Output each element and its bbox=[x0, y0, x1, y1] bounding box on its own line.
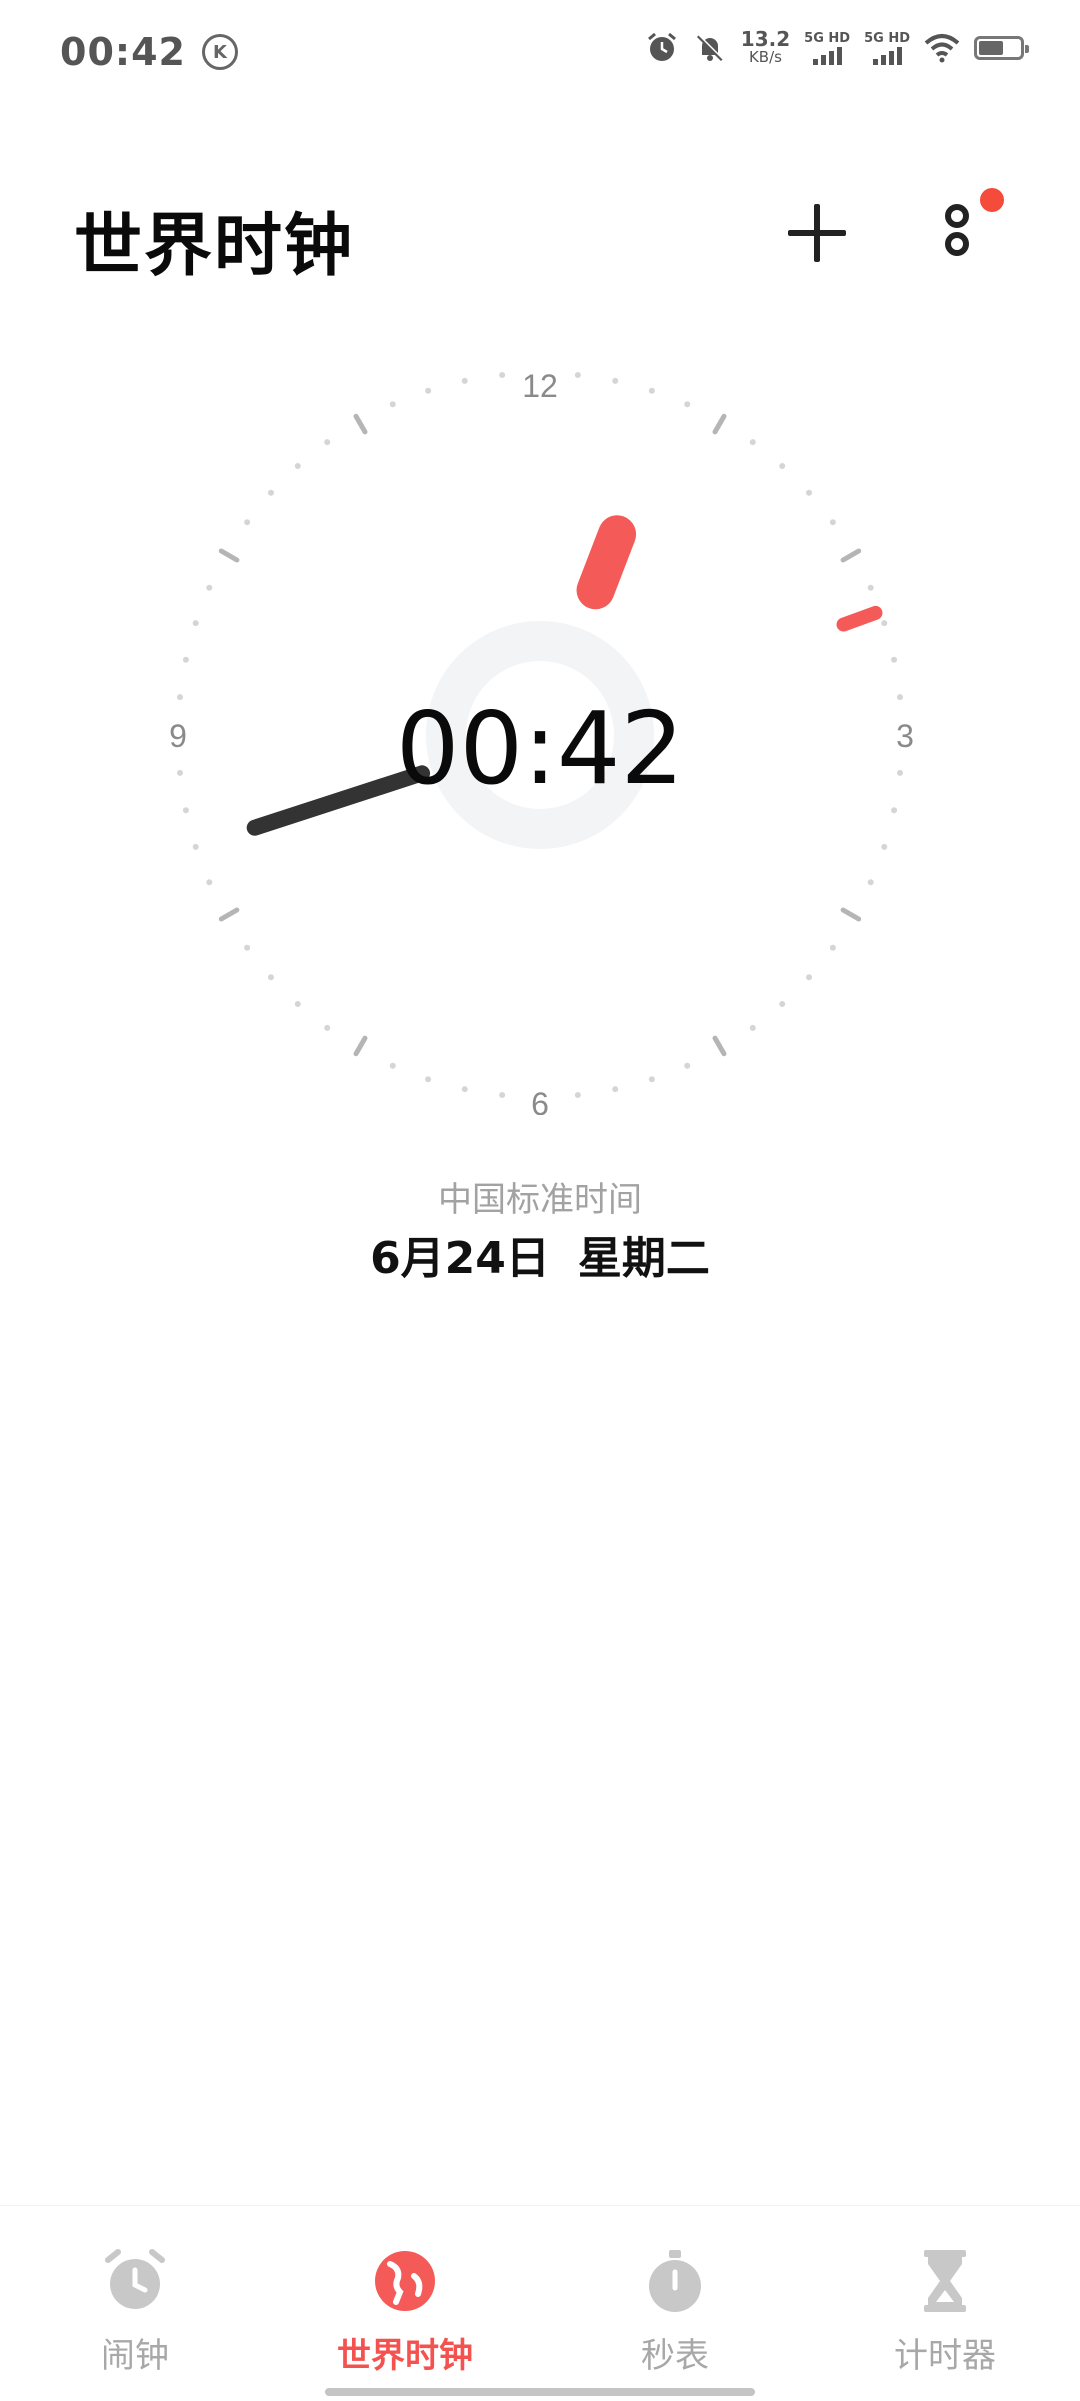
bottom-nav: 闹钟 世界时钟 秒表 计时器 bbox=[0, 2205, 1080, 2401]
signal-bars-icon bbox=[872, 47, 902, 65]
minute-tick bbox=[881, 620, 888, 627]
date-row: 6月24日 星期二 bbox=[0, 1222, 1080, 1286]
minute-tick bbox=[648, 1076, 655, 1083]
minute-tick bbox=[461, 1086, 468, 1093]
page-title: 世界时钟 bbox=[74, 207, 355, 286]
nav-stopwatch-label: 秒表 bbox=[641, 2336, 709, 2376]
status-bar: 00:42 K 13.2 KB/s 5G HD 5G HD bbox=[0, 0, 1080, 110]
status-time: 00:42 bbox=[60, 30, 186, 74]
nav-timer-label: 计时器 bbox=[894, 2336, 996, 2376]
nav-alarm[interactable]: 闹钟 bbox=[35, 2246, 235, 2377]
clock-numeral-12: 12 bbox=[522, 368, 558, 404]
minute-tick bbox=[779, 462, 786, 469]
minute-tick bbox=[806, 974, 813, 981]
nav-world-clock-label: 世界时钟 bbox=[337, 2336, 473, 2376]
minute-tick bbox=[648, 387, 655, 394]
minute-tick bbox=[806, 489, 813, 496]
hour-tick bbox=[712, 413, 727, 435]
battery-icon bbox=[974, 36, 1029, 60]
wifi-icon bbox=[924, 34, 960, 63]
hour-tick bbox=[218, 548, 240, 563]
mute-icon bbox=[696, 34, 724, 62]
status-left: 00:42 K bbox=[60, 30, 238, 74]
nav-timer[interactable]: 计时器 bbox=[845, 2246, 1045, 2377]
minute-tick bbox=[499, 1092, 506, 1099]
nav-stopwatch[interactable]: 秒表 bbox=[575, 2246, 775, 2377]
minute-tick bbox=[294, 1001, 301, 1008]
minute-tick bbox=[192, 620, 199, 627]
minute-tick bbox=[425, 1076, 432, 1083]
second-marker bbox=[836, 605, 883, 632]
alarm-clock-icon bbox=[105, 2249, 165, 2309]
signal-bars-icon bbox=[812, 47, 842, 65]
network-speed-unit: KB/s bbox=[748, 48, 782, 66]
hour-tick bbox=[353, 413, 368, 435]
minute-tick bbox=[891, 807, 898, 814]
plus-icon bbox=[788, 204, 846, 262]
minute-tick bbox=[425, 387, 432, 394]
notification-dot bbox=[980, 188, 1004, 212]
digital-time: 00:42 bbox=[395, 690, 685, 807]
network-speed: 13.2 KB/s bbox=[740, 27, 791, 66]
minute-tick bbox=[684, 1062, 691, 1069]
home-indicator bbox=[325, 2388, 755, 2396]
minute-tick bbox=[182, 656, 189, 663]
minute-tick bbox=[574, 371, 581, 378]
hour-tick bbox=[353, 1035, 368, 1057]
minute-tick bbox=[829, 519, 836, 526]
minute-tick bbox=[612, 377, 619, 384]
hour-hand bbox=[576, 515, 637, 610]
minute-tick bbox=[206, 879, 213, 886]
minute-tick bbox=[182, 807, 189, 814]
minute-tick bbox=[389, 1062, 396, 1069]
minute-tick bbox=[881, 843, 888, 850]
date-day: 6月24日 bbox=[370, 1233, 550, 1284]
minute-tick bbox=[749, 439, 756, 446]
minute-tick bbox=[574, 1092, 581, 1099]
hour-tick bbox=[840, 548, 862, 563]
minute-tick bbox=[244, 944, 251, 951]
minute-tick bbox=[294, 462, 301, 469]
minute-tick bbox=[192, 843, 199, 850]
sim1-label: 5G HD bbox=[804, 31, 851, 46]
status-right: 13.2 KB/s 5G HD 5G HD bbox=[645, 27, 1029, 66]
hour-tick bbox=[712, 1035, 727, 1057]
minute-tick bbox=[891, 656, 898, 663]
alarm-icon bbox=[647, 32, 676, 61]
minute-tick bbox=[499, 371, 506, 378]
more-icon bbox=[945, 204, 969, 256]
globe-icon bbox=[375, 2251, 435, 2311]
minute-tick bbox=[244, 519, 251, 526]
date-weekday: 星期二 bbox=[577, 1233, 710, 1284]
sim1-signal: 5G HD bbox=[804, 31, 850, 65]
minute-tick bbox=[684, 401, 691, 408]
minute-tick bbox=[829, 944, 836, 951]
minute-tick bbox=[779, 1001, 786, 1008]
minute-tick bbox=[324, 1024, 331, 1031]
minute-tick bbox=[749, 1024, 756, 1031]
minute-tick bbox=[867, 879, 874, 886]
clock-numeral-6: 6 bbox=[531, 1086, 549, 1115]
network-speed-value: 13.2 bbox=[740, 27, 791, 51]
minute-tick bbox=[389, 401, 396, 408]
minute-tick bbox=[267, 489, 274, 496]
add-city-button[interactable] bbox=[780, 196, 854, 270]
nav-world-clock[interactable]: 世界时钟 bbox=[305, 2246, 505, 2377]
minute-tick bbox=[461, 377, 468, 384]
minute-tick bbox=[612, 1086, 619, 1093]
minute-tick bbox=[267, 974, 274, 981]
hourglass-icon bbox=[924, 2250, 966, 2312]
sim2-label: 5G HD bbox=[864, 31, 910, 46]
minute-tick bbox=[206, 584, 213, 591]
hour-tick bbox=[840, 907, 862, 922]
timezone-label: 中国标准时间 bbox=[438, 1180, 642, 1220]
hour-tick bbox=[218, 907, 240, 922]
sim2-signal: 5G HD bbox=[864, 31, 910, 65]
k-badge-icon: K bbox=[201, 34, 238, 70]
minute-tick bbox=[867, 584, 874, 591]
nav-alarm-label: 闹钟 bbox=[101, 2336, 169, 2376]
stopwatch-icon bbox=[649, 2250, 701, 2312]
minute-tick bbox=[324, 439, 331, 446]
